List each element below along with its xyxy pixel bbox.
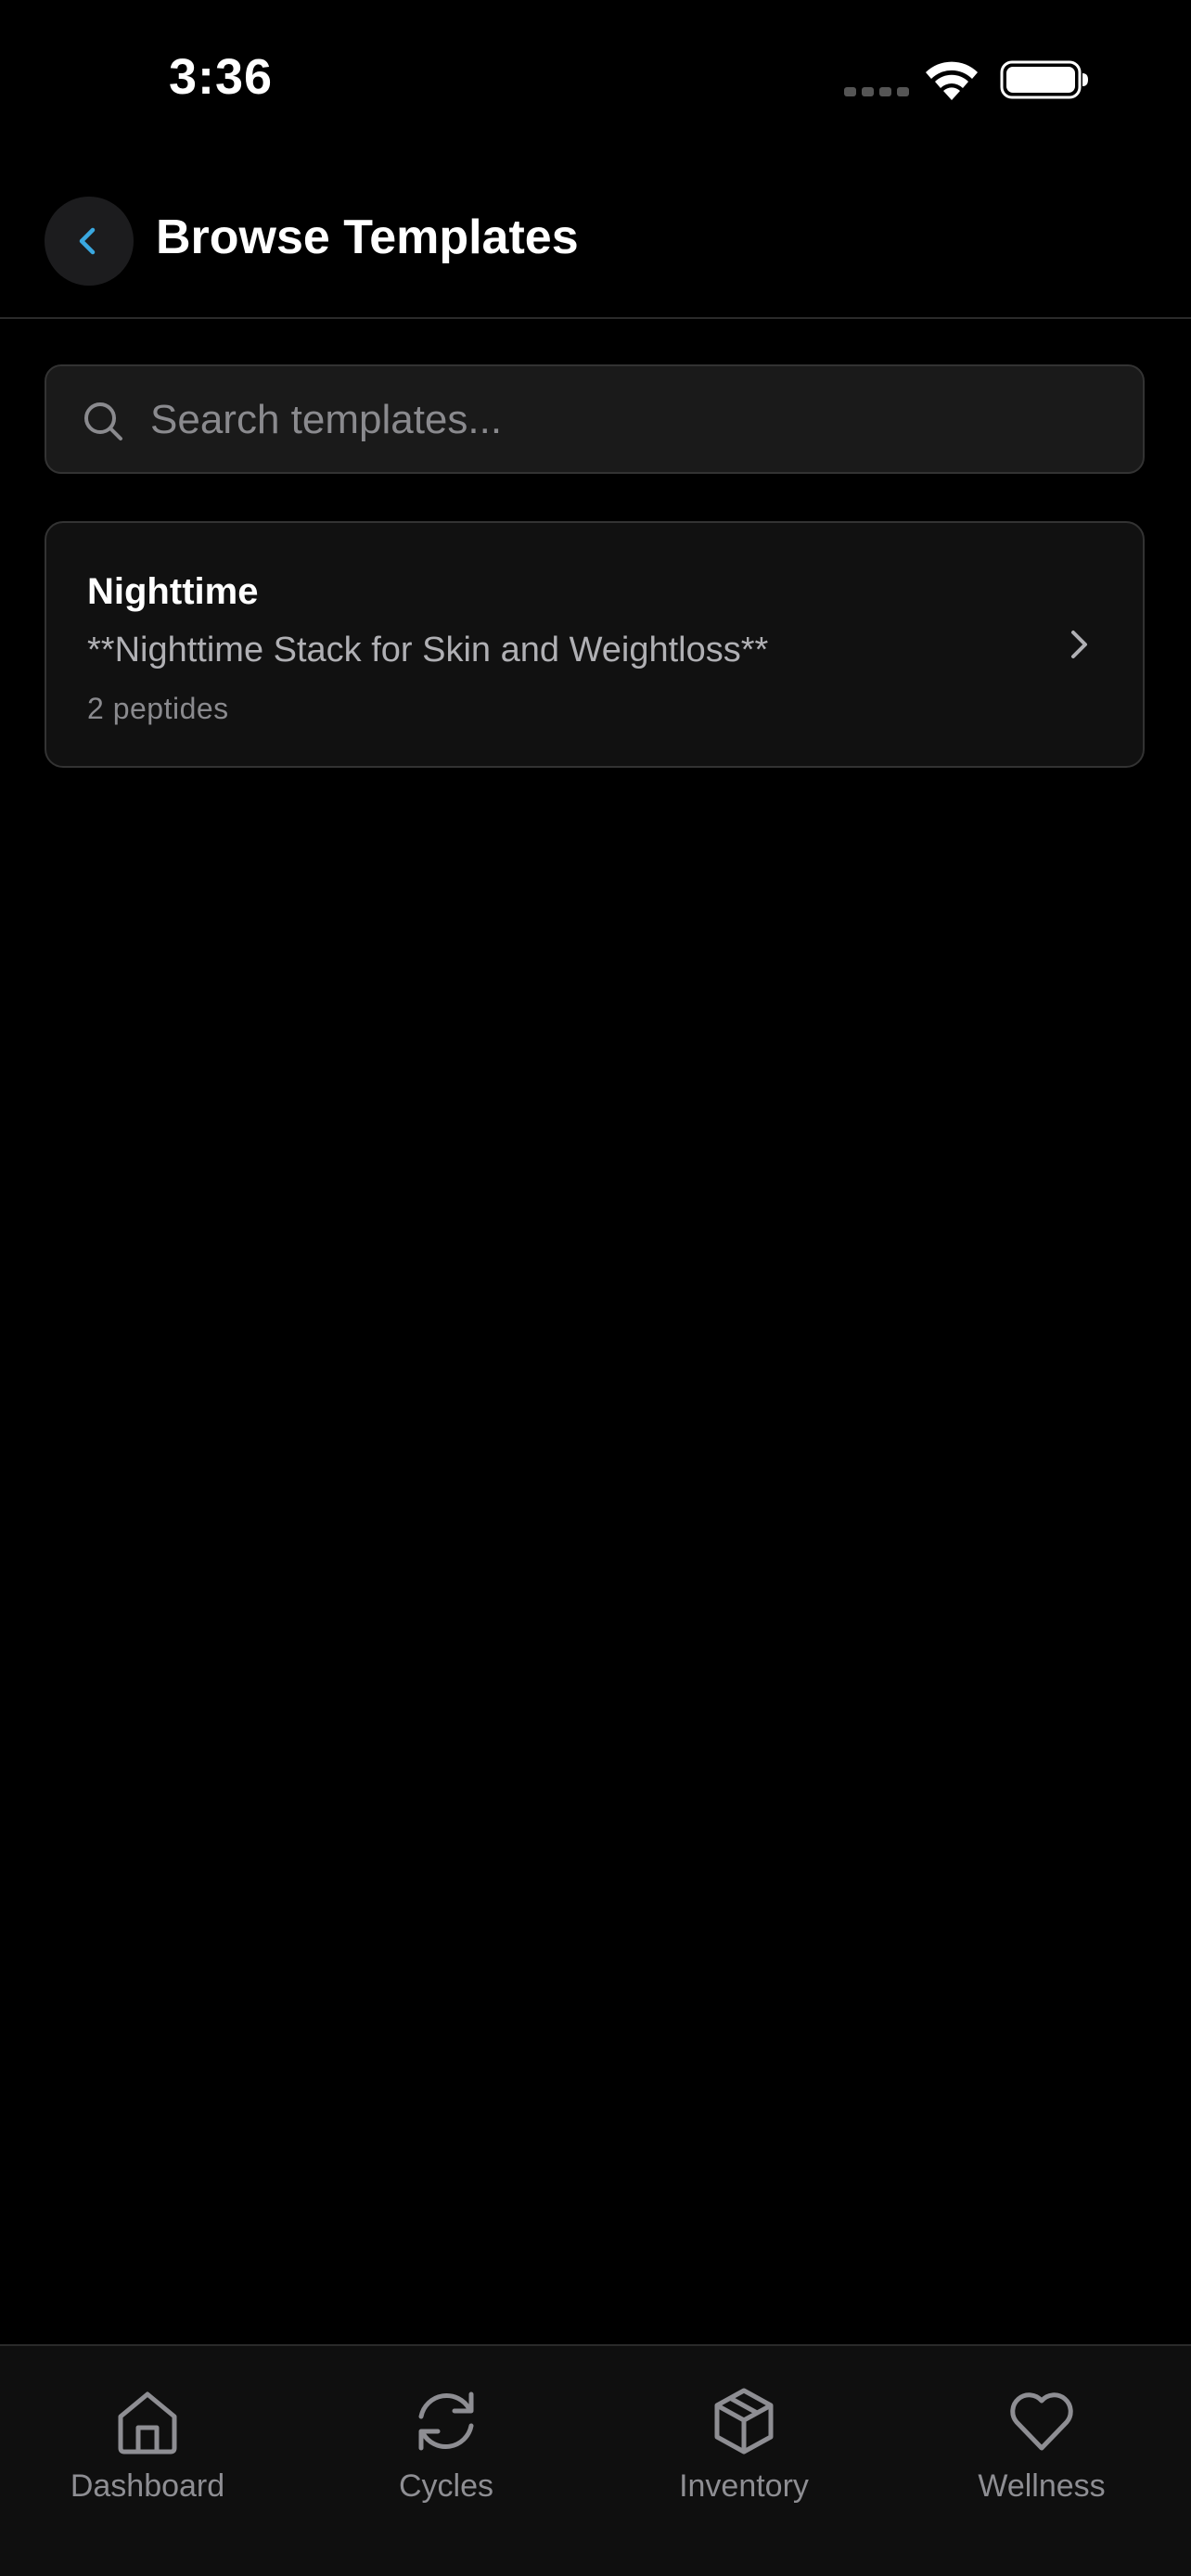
screen: 3:36 Browse Templates Search templates..… (0, 0, 1191, 2576)
tab-inventory[interactable]: Inventory (642, 2385, 846, 2524)
bottom-tab-bar: Dashboard Cycles Inventory Wellness (0, 2344, 1191, 2576)
template-name: Nighttime (87, 571, 259, 612)
status-bar: 3:36 (0, 0, 1191, 158)
box-icon (714, 2388, 774, 2455)
back-button[interactable] (45, 197, 134, 286)
chevron-left-icon (79, 227, 96, 255)
page-header: Browse Templates (0, 185, 1191, 319)
tab-label: Cycles (398, 2468, 494, 2504)
tab-label: Dashboard (70, 2468, 225, 2504)
battery-icon (1000, 60, 1088, 99)
page-title: Browse Templates (156, 210, 579, 264)
refresh-icon (418, 2391, 474, 2451)
home-icon (118, 2391, 177, 2455)
tab-dashboard[interactable]: Dashboard (45, 2385, 250, 2524)
tab-cycles[interactable]: Cycles (344, 2385, 548, 2524)
tab-label: Wellness (978, 2468, 1106, 2504)
search-box[interactable] (45, 364, 1145, 474)
heart-icon (1010, 2392, 1073, 2451)
cellular-signal-icon (844, 87, 909, 96)
search-input[interactable] (148, 383, 1117, 457)
template-peptide-count: 2 peptides (87, 692, 229, 725)
status-time: 3:36 (169, 49, 274, 105)
template-description: **Nighttime Stack for Skin and Weightlos… (87, 631, 769, 670)
wifi-icon (926, 61, 978, 100)
tab-wellness[interactable]: Wellness (940, 2385, 1144, 2524)
template-card[interactable]: Nighttime **Nighttime Stack for Skin and… (45, 521, 1145, 768)
chevron-right-icon (1071, 631, 1087, 658)
search-icon (84, 402, 122, 440)
tab-label: Inventory (679, 2468, 809, 2504)
